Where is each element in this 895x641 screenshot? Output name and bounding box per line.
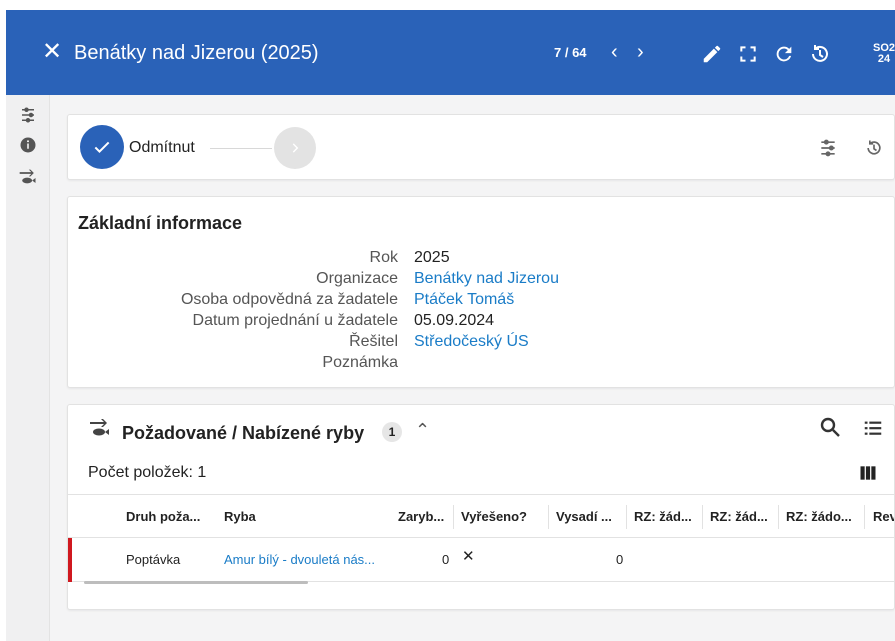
next-step-button[interactable] xyxy=(274,127,316,169)
refresh-icon[interactable] xyxy=(770,40,798,68)
column-header[interactable]: RZ: žád... xyxy=(634,509,692,525)
cell-fish-link[interactable]: Amur bílý - dvouletá nás... xyxy=(224,552,375,568)
code-line-2: 24 xyxy=(877,53,891,65)
record-pager: 7 / 64 xyxy=(554,45,587,60)
search-icon[interactable] xyxy=(818,415,842,439)
close-icon[interactable]: ✕ xyxy=(42,40,62,64)
info-row-date: Datum projednání u žadatele 05.09.2024 xyxy=(68,311,895,331)
column-divider[interactable] xyxy=(453,505,454,529)
column-header[interactable]: Ryba xyxy=(224,509,256,525)
section-title: Základní informace xyxy=(78,213,243,233)
fish-icon[interactable] xyxy=(18,168,38,188)
column-header[interactable]: Vyřešeno? xyxy=(461,509,527,525)
column-header[interactable]: RZ: žádo... xyxy=(786,509,852,525)
row-status-marker xyxy=(68,538,72,582)
chevron-up-icon[interactable]: ⌃ xyxy=(415,418,430,442)
previous-record-icon[interactable]: ‹ xyxy=(611,40,618,64)
info-value: 05.09.2024 xyxy=(414,312,495,329)
info-label: Poznámka xyxy=(322,354,398,371)
fish-icon xyxy=(90,419,109,436)
check-icon xyxy=(94,141,110,153)
horizontal-scrollbar[interactable] xyxy=(84,581,308,584)
step-label: Odmítnut xyxy=(129,139,195,156)
organization-link[interactable]: Benátky nad Jizerou xyxy=(414,269,559,289)
column-header[interactable]: Zaryb... xyxy=(398,509,444,525)
info-label: Organizace xyxy=(316,270,398,287)
column-header[interactable]: RZ: žád... xyxy=(710,509,768,525)
info-row-year: Rok 2025 xyxy=(68,248,895,268)
edit-icon[interactable] xyxy=(698,40,726,68)
cell-will-stock: 0 xyxy=(616,552,624,567)
step-completed[interactable] xyxy=(80,125,124,169)
fullscreen-icon[interactable] xyxy=(734,40,762,68)
page-title: Benátky nad Jizerou (2025) xyxy=(74,42,319,64)
fish-section-card: Požadované / Nabízené ryby 1 ⌃ Počet pol… xyxy=(67,404,895,610)
person-link[interactable]: Ptáček Tomáš xyxy=(414,290,514,310)
column-divider[interactable] xyxy=(778,505,779,529)
workflow-icon[interactable] xyxy=(816,136,840,160)
count-badge: 1 xyxy=(382,422,402,442)
column-header[interactable]: Vysadí ... xyxy=(556,509,612,525)
info-row-person: Osoba odpovědná za žadatele Ptáček Tomáš xyxy=(68,290,895,310)
info-value: 2025 xyxy=(414,249,450,266)
status-card: Odmítnut xyxy=(67,114,895,180)
info-label: Rok xyxy=(369,249,398,266)
info-row-organization: Organizace Benátky nad Jizerou xyxy=(68,269,895,289)
info-row-note: Poznámka xyxy=(68,353,895,373)
history-icon[interactable] xyxy=(862,136,886,160)
items-count: Počet položek: 1 xyxy=(88,464,207,481)
cell-request-type: Poptávka xyxy=(126,552,181,567)
cell-resolved: ✕ xyxy=(462,548,475,565)
next-record-icon[interactable]: › xyxy=(637,40,644,64)
info-label: Osoba odpovědná za žadatele xyxy=(180,291,398,308)
section-title: Požadované / Nabízené ryby xyxy=(122,423,365,443)
left-sidebar xyxy=(6,95,50,641)
chevron-right-icon xyxy=(292,143,299,153)
columns-icon[interactable] xyxy=(858,463,878,483)
column-divider[interactable] xyxy=(626,505,627,529)
history-icon[interactable] xyxy=(806,40,834,68)
column-header[interactable]: Druh poža... xyxy=(126,509,200,525)
app-header: ✕ Benátky nad Jizerou (2025) 7 / 64 ‹ › … xyxy=(6,10,895,95)
list-menu-icon[interactable] xyxy=(862,417,884,439)
column-divider[interactable] xyxy=(548,505,549,529)
info-icon[interactable] xyxy=(18,135,38,155)
workflow-icon[interactable] xyxy=(18,105,38,125)
column-divider[interactable] xyxy=(702,505,703,529)
column-divider[interactable] xyxy=(864,505,865,529)
info-label: Datum projednání u žadatele xyxy=(192,312,398,329)
table-header: Druh poža... Ryba Zaryb... Vyřešeno? Vys… xyxy=(68,494,894,538)
basic-info-card: Základní informace Rok 2025 Organizace B… xyxy=(67,196,895,388)
code-badge[interactable]: SO2 24 xyxy=(872,43,895,65)
table-row[interactable]: Poptávka Amur bílý - dvouletá nás... 0 ✕… xyxy=(68,538,894,582)
cell-stocking: 0 xyxy=(442,552,450,567)
column-header[interactable]: Rev xyxy=(873,509,894,525)
info-row-solver: Řešitel Středočeský ÚS xyxy=(68,332,895,352)
info-label: Řešitel xyxy=(349,333,398,350)
solver-link[interactable]: Středočeský ÚS xyxy=(414,332,529,352)
step-connector xyxy=(210,148,272,149)
